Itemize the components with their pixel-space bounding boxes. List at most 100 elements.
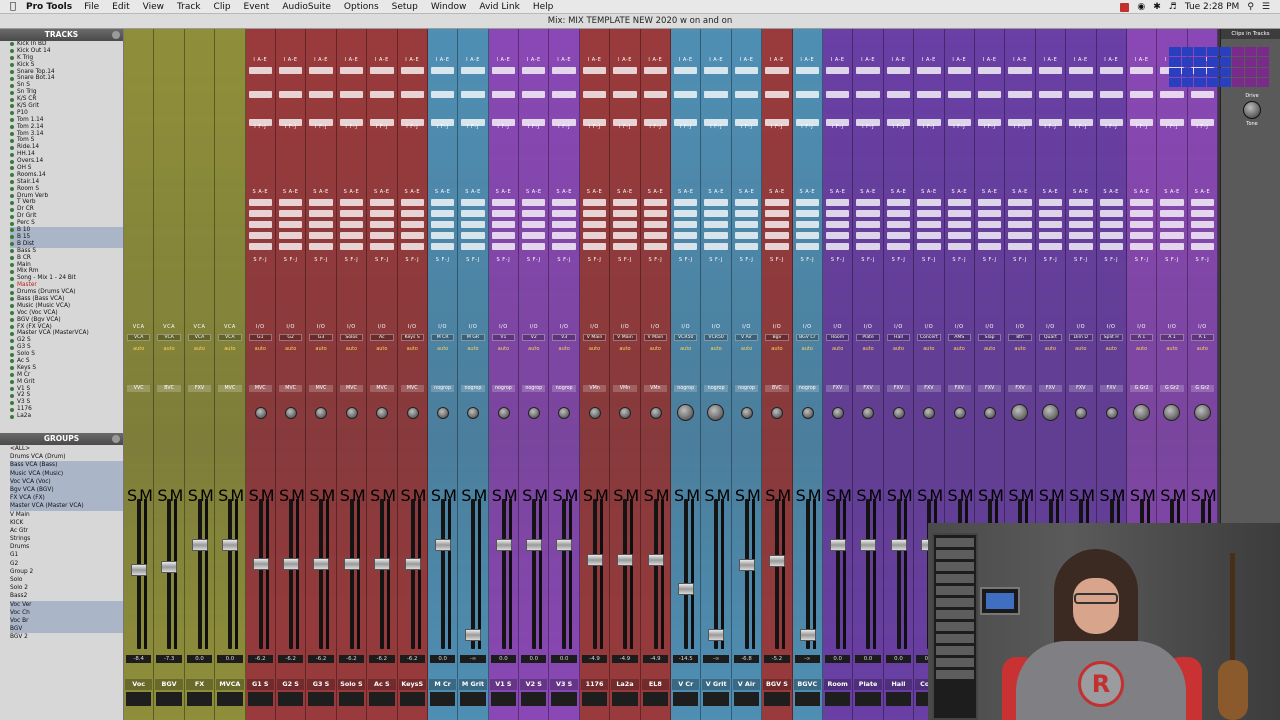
group-selector[interactable]: VMn — [643, 385, 668, 392]
mute-button[interactable]: M — [413, 486, 427, 505]
menu-edit[interactable]: Edit — [112, 2, 129, 12]
send-slot[interactable] — [339, 232, 364, 239]
track-active-icon[interactable] — [10, 194, 14, 199]
track-list-item[interactable]: Song - Mix 1 - 24 Bit — [10, 275, 123, 282]
track-active-icon[interactable] — [10, 132, 14, 137]
volume-readout[interactable]: 0.0 — [521, 655, 547, 663]
solo-button[interactable]: S — [644, 486, 654, 505]
volume-fader[interactable] — [495, 539, 512, 551]
track-name[interactable]: BGV — [155, 679, 183, 690]
send-slot[interactable] — [552, 210, 576, 217]
send-slot[interactable] — [1099, 243, 1123, 250]
send-slot[interactable] — [1069, 199, 1093, 206]
send-slot[interactable] — [1160, 210, 1184, 217]
track-list-item[interactable]: K/S Grit — [10, 103, 123, 110]
track-name[interactable]: Ac S — [368, 679, 396, 690]
group-list-item[interactable]: Voc VCA (Voc) — [10, 477, 123, 486]
track-name[interactable]: La2a — [611, 679, 639, 690]
solo-button[interactable]: S — [887, 486, 897, 505]
track-list-item[interactable]: Bass (Bass VCA) — [10, 296, 123, 303]
mute-button[interactable]: M — [808, 486, 822, 505]
insert-slot[interactable] — [977, 67, 1002, 74]
track-active-icon[interactable] — [10, 56, 14, 61]
menu-event[interactable]: Event — [244, 2, 270, 12]
insert-slot[interactable] — [643, 91, 668, 98]
send-slot[interactable] — [278, 232, 303, 239]
clip-cell[interactable] — [1181, 47, 1194, 57]
send-slot[interactable] — [582, 199, 607, 206]
track-name[interactable]: V3 S — [550, 679, 578, 690]
send-slot[interactable] — [430, 221, 455, 228]
send-slot[interactable] — [248, 199, 272, 206]
track-list-item[interactable]: Overs.14 — [10, 158, 123, 165]
track-name[interactable]: M Cr — [428, 679, 457, 690]
solo-button[interactable]: S — [917, 486, 927, 505]
send-slot[interactable] — [613, 221, 637, 228]
send-slot[interactable] — [582, 210, 607, 217]
send-slot[interactable] — [947, 243, 971, 250]
group-selector[interactable]: nogrop — [552, 385, 576, 392]
mute-button[interactable]: M — [960, 486, 974, 505]
track-name[interactable]: V1 S — [489, 679, 518, 690]
insert-slot[interactable] — [1069, 91, 1093, 98]
track-name[interactable]: V Grit — [702, 679, 730, 690]
track-active-icon[interactable] — [10, 352, 14, 357]
send-slot[interactable] — [856, 210, 880, 217]
group-list-item[interactable]: Drums — [10, 543, 123, 551]
track-list-item[interactable]: V1 S — [10, 386, 123, 393]
send-slot[interactable] — [552, 221, 576, 228]
track-active-icon[interactable] — [10, 276, 14, 281]
send-slot[interactable] — [1160, 221, 1184, 228]
insert-slot[interactable] — [674, 67, 698, 74]
insert-slot[interactable] — [1038, 91, 1063, 98]
pan-knob[interactable] — [677, 404, 695, 421]
volume-readout[interactable]: 0.0 — [429, 655, 456, 663]
track-active-icon[interactable] — [10, 249, 14, 254]
automation-mode[interactable]: auto — [1191, 346, 1214, 353]
track-name[interactable]: MVCA — [216, 679, 244, 690]
insert-slot[interactable] — [1069, 67, 1093, 74]
volume-fader[interactable] — [191, 539, 208, 551]
send-slot[interactable] — [461, 199, 485, 206]
volume-fader[interactable] — [404, 557, 421, 570]
insert-slot[interactable] — [491, 67, 516, 74]
group-selector[interactable]: VVC — [127, 385, 151, 392]
send-slot[interactable] — [370, 232, 394, 239]
io-selector[interactable]: VCA — [218, 334, 242, 341]
volume-readout[interactable]: -∞ — [703, 655, 729, 663]
send-slot[interactable] — [886, 221, 911, 228]
io-selector[interactable]: VCA — [157, 334, 181, 341]
volume-fader[interactable] — [374, 557, 391, 570]
group-list-item[interactable]: Bgv VCA (BGV) — [10, 485, 123, 495]
send-slot[interactable] — [825, 199, 850, 206]
track-list-item[interactable]: Room S — [10, 186, 123, 193]
volume-fader[interactable] — [526, 539, 543, 551]
track-active-icon[interactable] — [10, 111, 14, 116]
track-active-icon[interactable] — [10, 180, 14, 185]
solo-button[interactable]: S — [188, 486, 198, 505]
track-list-item[interactable]: Music (Music VCA) — [10, 303, 123, 310]
track-name[interactable]: 1176 — [580, 679, 609, 690]
send-slot[interactable] — [704, 221, 728, 228]
send-slot[interactable] — [613, 210, 637, 217]
pan-knob[interactable] — [1193, 404, 1211, 421]
clip-cell[interactable] — [1206, 47, 1219, 57]
wifi-icon[interactable]: ◉ — [1137, 2, 1145, 12]
mute-button[interactable]: M — [230, 486, 244, 505]
menu-help[interactable]: Help — [533, 2, 554, 12]
track-active-icon[interactable] — [10, 380, 14, 385]
io-selector[interactable]: Split H — [1099, 334, 1123, 341]
group-list-item[interactable]: Music VCA (Music) — [10, 469, 123, 478]
clip-cell[interactable] — [1219, 47, 1232, 57]
group-selector[interactable]: MVC — [278, 385, 303, 392]
group-selector[interactable]: FXV — [1099, 385, 1123, 392]
insert-slot[interactable] — [765, 67, 789, 74]
clip-cell[interactable] — [1206, 67, 1219, 77]
automation-mode[interactable]: auto — [461, 346, 484, 353]
track-list-item[interactable]: Ac S — [10, 358, 123, 365]
send-slot[interactable] — [1038, 210, 1063, 217]
io-selector[interactable]: V1 — [491, 334, 516, 341]
automation-mode[interactable]: auto — [613, 346, 636, 353]
pan-knob[interactable] — [406, 407, 419, 419]
pan-knob[interactable] — [707, 404, 725, 421]
